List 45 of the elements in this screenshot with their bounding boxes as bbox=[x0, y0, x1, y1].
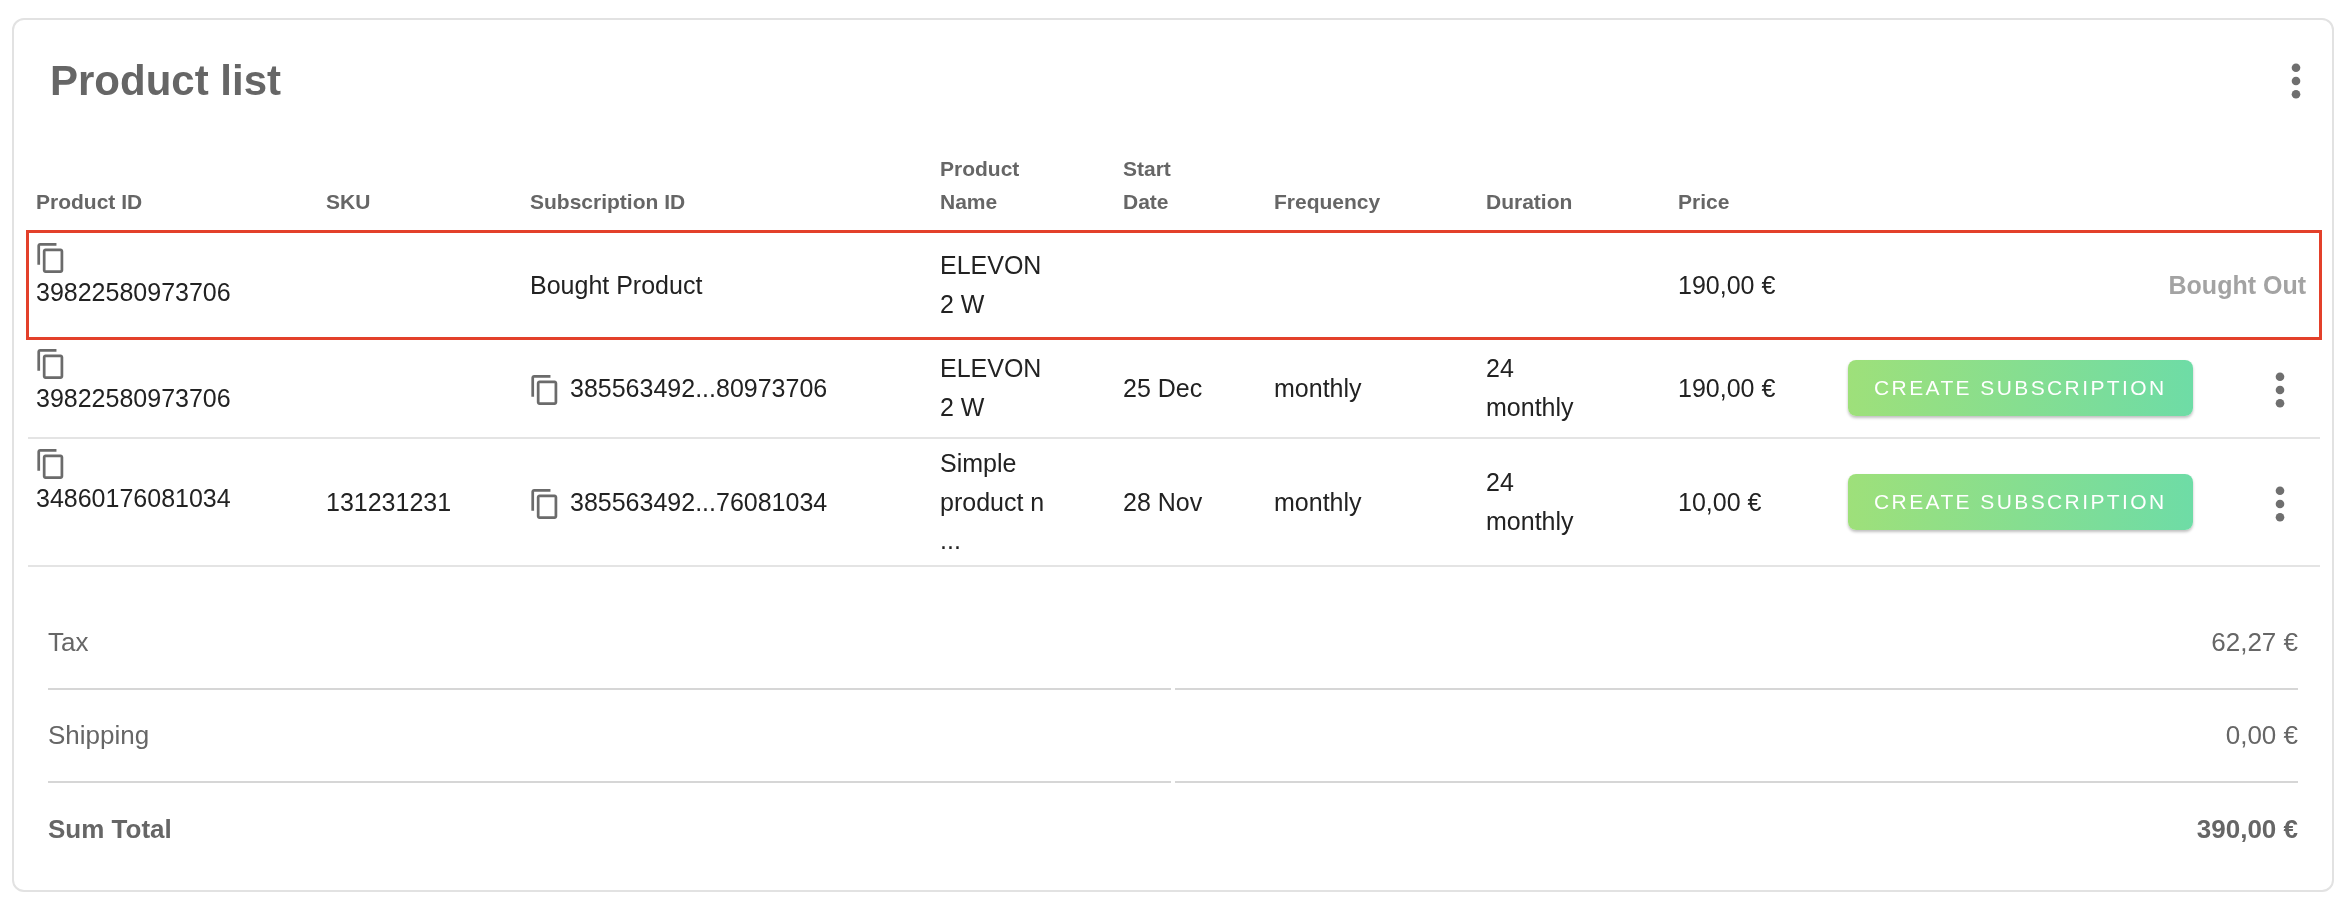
table-cell-text: monthly bbox=[1274, 372, 1362, 404]
table-cell-text: 24 monthly bbox=[1486, 353, 1574, 423]
table-cell-text: Bought Product bbox=[530, 269, 703, 301]
table-cell-text: 385563492...76081034 bbox=[570, 486, 828, 518]
summary-value: 390,00 € bbox=[2196, 813, 2298, 846]
more-options-icon[interactable] bbox=[2290, 63, 2302, 99]
table-cell-text: 190,00 € bbox=[1678, 372, 1776, 404]
column-header: Price bbox=[1678, 189, 1730, 216]
table-cell-text: ELEVON 2 W bbox=[940, 353, 1042, 423]
status-label: Bought Out bbox=[2168, 270, 2306, 299]
more-options-icon[interactable] bbox=[2274, 485, 2286, 522]
more-options-icon[interactable] bbox=[2274, 371, 2286, 408]
table-cell-text: 131231231 bbox=[326, 486, 452, 518]
copy-icon[interactable] bbox=[36, 243, 66, 273]
table-cell-text: monthly bbox=[1274, 486, 1362, 518]
column-header: Product Name bbox=[940, 155, 1020, 216]
summary-label: Shipping bbox=[48, 719, 150, 752]
create-subscription-button[interactable]: CREATE SUBSCRIPTION bbox=[1848, 473, 2193, 531]
card-title: Product list bbox=[50, 55, 282, 106]
column-header: Duration bbox=[1486, 189, 1573, 216]
column-header: Product ID bbox=[36, 189, 143, 216]
column-header: SKU bbox=[326, 189, 371, 216]
table-cell-text: 39822580973706 bbox=[36, 383, 231, 414]
summary-label: Sum Total bbox=[48, 813, 172, 846]
table-cell-text: 25 Dec bbox=[1123, 372, 1203, 404]
column-header: Start Date bbox=[1123, 155, 1171, 216]
table-cell-text: 28 Nov bbox=[1123, 486, 1203, 518]
summary-value: 0,00 € bbox=[2225, 719, 2298, 752]
table-cell-text: 10,00 € bbox=[1678, 486, 1762, 518]
column-header: Subscription ID bbox=[530, 189, 686, 216]
summary-value: 62,27 € bbox=[2211, 626, 2298, 659]
copy-icon[interactable] bbox=[36, 449, 66, 479]
table-cell-text: 190,00 € bbox=[1678, 269, 1776, 301]
copy-icon[interactable] bbox=[530, 375, 560, 405]
create-subscription-button[interactable]: CREATE SUBSCRIPTION bbox=[1848, 359, 2193, 417]
table-cell-text: 385563492...80973706 bbox=[570, 372, 828, 404]
summary-label: Tax bbox=[48, 626, 89, 659]
table-cell-text: 34860176081034 bbox=[36, 483, 231, 514]
table-cell-text: ELEVON 2 W bbox=[940, 250, 1042, 320]
copy-icon[interactable] bbox=[530, 489, 560, 519]
table-cell-text: 39822580973706 bbox=[36, 277, 231, 308]
table-cell-text: Simple product n ... bbox=[940, 447, 1045, 557]
column-header: Frequency bbox=[1274, 189, 1381, 216]
table-cell-text: 24 monthly bbox=[1486, 467, 1574, 537]
copy-icon[interactable] bbox=[36, 349, 66, 379]
